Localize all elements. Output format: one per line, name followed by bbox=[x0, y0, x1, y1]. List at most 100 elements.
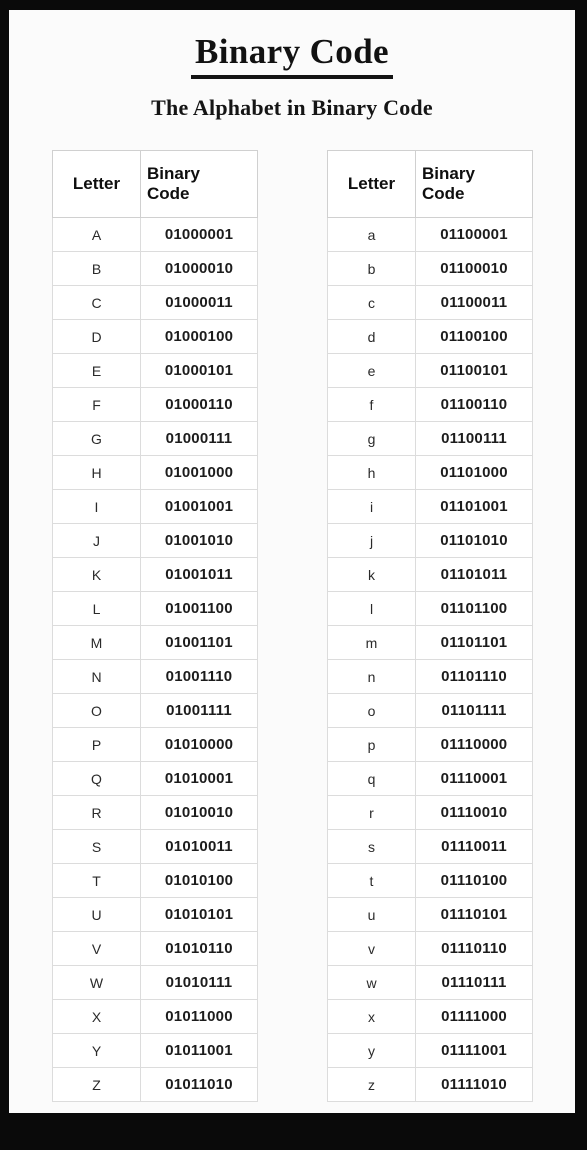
cell-letter: M bbox=[52, 625, 141, 660]
cell-binary-code: 01111010 bbox=[415, 1067, 533, 1102]
cell-binary-code: 01100010 bbox=[415, 251, 533, 286]
cell-binary-code: 01101000 bbox=[415, 455, 533, 490]
table-row: a 01100001 bbox=[327, 217, 533, 252]
cell-letter: B bbox=[52, 251, 141, 286]
cell-binary-code: 01110101 bbox=[415, 897, 533, 932]
table-row: F 01000110 bbox=[52, 387, 258, 422]
poster-frame: Binary Code The Alphabet in Binary Code … bbox=[0, 0, 587, 1150]
cell-binary-code: 01010000 bbox=[140, 727, 258, 762]
table-row: k 01101011 bbox=[327, 557, 533, 592]
table-row: d 01100100 bbox=[327, 319, 533, 354]
table-row: J 01001010 bbox=[52, 523, 258, 558]
cell-binary-code: 01100001 bbox=[415, 217, 533, 252]
table-row: e 01100101 bbox=[327, 353, 533, 388]
page-title: Binary Code bbox=[191, 32, 393, 79]
table-row: y 01111001 bbox=[327, 1033, 533, 1068]
column-header-binary-line1: Binary bbox=[147, 164, 200, 183]
cell-binary-code: 01101011 bbox=[415, 557, 533, 592]
column-header-binary-line1: Binary bbox=[422, 164, 475, 183]
cell-letter: L bbox=[52, 591, 141, 626]
cell-binary-code: 01001101 bbox=[140, 625, 258, 660]
table-row: Q 01010001 bbox=[52, 761, 258, 796]
cell-letter: z bbox=[327, 1067, 416, 1102]
cell-binary-code: 01010100 bbox=[140, 863, 258, 898]
cell-letter: t bbox=[327, 863, 416, 898]
table-header-row: Letter Binary Code bbox=[52, 150, 258, 218]
cell-letter: X bbox=[52, 999, 141, 1034]
cell-letter: y bbox=[327, 1033, 416, 1068]
cell-binary-code: 01101110 bbox=[415, 659, 533, 694]
table-row: p 01110000 bbox=[327, 727, 533, 762]
cell-letter: E bbox=[52, 353, 141, 388]
cell-binary-code: 01001001 bbox=[140, 489, 258, 524]
cell-letter: p bbox=[327, 727, 416, 762]
table-row: m 01101101 bbox=[327, 625, 533, 660]
column-header-binary-line2: Code bbox=[147, 184, 190, 203]
cell-letter: b bbox=[327, 251, 416, 286]
cell-binary-code: 01100101 bbox=[415, 353, 533, 388]
table-header-row: Letter Binary Code bbox=[327, 150, 533, 218]
uppercase-table-head: Letter Binary Code bbox=[52, 150, 258, 218]
cell-letter: I bbox=[52, 489, 141, 524]
column-header-letter: Letter bbox=[52, 150, 141, 218]
table-row: w 01110111 bbox=[327, 965, 533, 1000]
cell-letter: Y bbox=[52, 1033, 141, 1068]
table-row: A 01000001 bbox=[52, 217, 258, 252]
cell-letter: g bbox=[327, 421, 416, 456]
cell-letter: R bbox=[52, 795, 141, 830]
cell-binary-code: 01000110 bbox=[140, 387, 258, 422]
table-row: W 01010111 bbox=[52, 965, 258, 1000]
cell-binary-code: 01101100 bbox=[415, 591, 533, 626]
table-row: P 01010000 bbox=[52, 727, 258, 762]
cell-letter: W bbox=[52, 965, 141, 1000]
table-row: R 01010010 bbox=[52, 795, 258, 830]
cell-binary-code: 01100011 bbox=[415, 285, 533, 320]
cell-binary-code: 01010111 bbox=[140, 965, 258, 1000]
cell-letter: Q bbox=[52, 761, 141, 796]
cell-letter: x bbox=[327, 999, 416, 1034]
table-row: i 01101001 bbox=[327, 489, 533, 524]
cell-letter: a bbox=[327, 217, 416, 252]
table-row: Y 01011001 bbox=[52, 1033, 258, 1068]
cell-letter: J bbox=[52, 523, 141, 558]
cell-binary-code: 01001100 bbox=[140, 591, 258, 626]
lowercase-table-wrap: Letter Binary Code a 01100001 b 01100010 c 01… bbox=[327, 150, 533, 1102]
cell-binary-code: 01101111 bbox=[415, 693, 533, 728]
table-row: j 01101010 bbox=[327, 523, 533, 558]
cell-binary-code: 01110110 bbox=[415, 931, 533, 966]
cell-letter: H bbox=[52, 455, 141, 490]
column-header-binary-line2: Code bbox=[422, 184, 465, 203]
cell-letter: v bbox=[327, 931, 416, 966]
cell-binary-code: 01010011 bbox=[140, 829, 258, 864]
table-row: b 01100010 bbox=[327, 251, 533, 286]
cell-letter: O bbox=[52, 693, 141, 728]
uppercase-table-wrap: Letter Binary Code A 01000001 B 01000010 C 01… bbox=[52, 150, 258, 1102]
cell-binary-code: 01111000 bbox=[415, 999, 533, 1034]
table-row: c 01100011 bbox=[327, 285, 533, 320]
table-row: u 01110101 bbox=[327, 897, 533, 932]
cell-binary-code: 01110111 bbox=[415, 965, 533, 1000]
table-row: S 01010011 bbox=[52, 829, 258, 864]
table-row: V 01010110 bbox=[52, 931, 258, 966]
uppercase-binary-table: Letter Binary Code A 01000001 B 01000010 C 01… bbox=[52, 150, 258, 1102]
cell-letter: s bbox=[327, 829, 416, 864]
cell-letter: w bbox=[327, 965, 416, 1000]
lowercase-table-head: Letter Binary Code bbox=[327, 150, 533, 218]
cell-letter: S bbox=[52, 829, 141, 864]
page-subtitle: The Alphabet in Binary Code bbox=[151, 95, 433, 120]
cell-binary-code: 01010101 bbox=[140, 897, 258, 932]
table-row: Z 01011010 bbox=[52, 1067, 258, 1102]
table-row: v 01110110 bbox=[327, 931, 533, 966]
cell-letter: U bbox=[52, 897, 141, 932]
cell-binary-code: 01011001 bbox=[140, 1033, 258, 1068]
cell-binary-code: 01110000 bbox=[415, 727, 533, 762]
table-row: L 01001100 bbox=[52, 591, 258, 626]
column-header-binary-code: Binary Code bbox=[415, 150, 533, 218]
cell-binary-code: 01110010 bbox=[415, 795, 533, 830]
cell-binary-code: 01101001 bbox=[415, 489, 533, 524]
lowercase-binary-table: Letter Binary Code a 01100001 b 01100010 c 01… bbox=[327, 150, 533, 1102]
cell-binary-code: 01110001 bbox=[415, 761, 533, 796]
cell-letter: o bbox=[327, 693, 416, 728]
table-row: M 01001101 bbox=[52, 625, 258, 660]
cell-binary-code: 01100110 bbox=[415, 387, 533, 422]
